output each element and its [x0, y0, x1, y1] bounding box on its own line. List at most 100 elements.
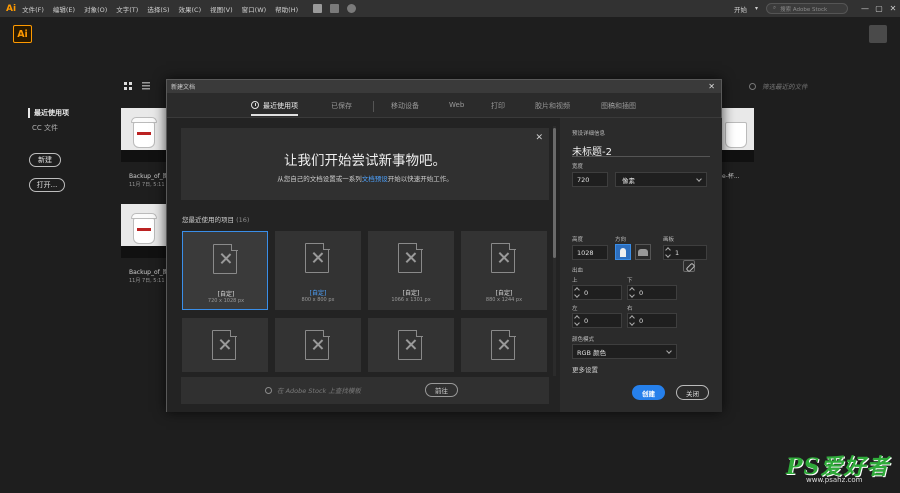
width-label: 宽度 [572, 164, 584, 170]
close-button[interactable]: 关闭 [676, 385, 709, 400]
pen-icon [498, 252, 509, 263]
document-icon [491, 242, 516, 273]
stepper-icon[interactable] [574, 315, 580, 327]
go-button[interactable]: 前往 [425, 383, 458, 397]
pen-icon [219, 339, 230, 350]
preset-tile[interactable]: [自定] 720 x 1028 px [182, 231, 268, 310]
panel-toggle-button[interactable] [869, 25, 887, 43]
stock-search-input[interactable]: ⌕ 搜索 Adobe Stock [766, 3, 848, 14]
height-input[interactable]: 1028 [572, 245, 608, 260]
bleed-left-stepper[interactable]: 0 [572, 313, 622, 328]
list-view-icon[interactable] [142, 82, 150, 90]
portrait-orientation-button[interactable] [615, 244, 631, 260]
stock-template-search[interactable]: 在 Adobe Stock 上查找模板 [265, 385, 361, 395]
stepper-icon[interactable] [665, 247, 671, 259]
nav-recent[interactable]: 最近使用项 [28, 108, 69, 118]
dialog-close-icon[interactable]: ✕ [708, 80, 715, 93]
menu-edit[interactable]: 编辑(E) [53, 4, 75, 14]
link-bleed-icon[interactable] [683, 260, 695, 272]
name-underline [572, 156, 710, 157]
tab-film-video[interactable]: 胶片和视频 [535, 101, 570, 111]
bleed-right-value: 0 [639, 316, 644, 325]
preset-size: 1066 x 1301 px [391, 297, 431, 303]
new-document-dialog: 新建文档 ✕ 最近使用项 已保存 移动设备 Web 打印 胶片和视频 图稿和插图… [166, 79, 722, 412]
tab-recent[interactable]: 最近使用项 [251, 101, 298, 116]
more-settings-button[interactable]: 更多设置 [572, 364, 598, 374]
tab-saved[interactable]: 已保存 [331, 101, 352, 111]
menu-help[interactable]: 帮助(H) [275, 4, 298, 14]
details-heading: 预设详细信息 [572, 131, 606, 137]
bridge-icon[interactable] [313, 4, 323, 13]
tab-label: 最近使用项 [263, 102, 298, 110]
menu-view[interactable]: 视图(V) [210, 4, 233, 14]
preset-tile[interactable] [275, 318, 361, 372]
preset-tile[interactable]: [自定] 880 x 1244 px [461, 231, 547, 310]
menu-window[interactable]: 窗口(W) [242, 4, 267, 14]
banner-title: 让我们开始尝试新事物吧。 [284, 153, 446, 169]
menu-file[interactable]: 文件(F) [22, 4, 44, 14]
chevron-down-icon [666, 348, 672, 354]
filter-recent-input[interactable]: 筛选最近的文件 [749, 81, 808, 91]
grid-view-icon[interactable] [124, 82, 132, 90]
workspace-switcher[interactable]: 开始 [734, 4, 747, 14]
tab-web[interactable]: Web [449, 101, 464, 109]
menu-type[interactable]: 文字(T) [116, 4, 138, 14]
stepper-icon[interactable] [629, 315, 635, 327]
banner-close-icon[interactable]: ✕ [535, 133, 543, 143]
recent-file-name[interactable]: Backup_of_图 [129, 171, 169, 180]
width-input[interactable]: 720 [572, 172, 608, 187]
unit-value: 像素 [622, 176, 635, 185]
nav-cc-files[interactable]: CC 文件 [28, 123, 69, 133]
menu-effect[interactable]: 效果(C) [179, 4, 202, 14]
recent-file-thumb[interactable] [121, 204, 167, 258]
new-button[interactable]: 新建 [29, 153, 61, 167]
dialog-titlebar[interactable]: 新建文档 ✕ [167, 80, 721, 93]
search-icon [265, 386, 272, 394]
preset-size: 800 x 800 px [301, 297, 335, 303]
scrollbar-thumb[interactable] [553, 128, 556, 258]
recent-file-thumb[interactable] [121, 108, 167, 162]
pen-icon [405, 252, 416, 263]
maximize-button[interactable]: ▢ [872, 4, 886, 13]
recent-file-name[interactable]: e-杯... [722, 171, 740, 180]
tab-divider [373, 101, 374, 112]
app-menu-logo[interactable]: Ai [6, 4, 16, 14]
artboards-stepper[interactable]: 1 [663, 245, 707, 260]
unit-select[interactable]: 像素 [615, 172, 707, 187]
preset-name: [自定] [495, 290, 513, 297]
tab-print[interactable]: 打印 [491, 101, 505, 111]
document-icon [491, 329, 516, 360]
bleed-top-stepper[interactable]: 0 [572, 285, 622, 300]
tab-art-illustration[interactable]: 图稿和插图 [601, 101, 636, 111]
preset-tabs: 最近使用项 已保存 移动设备 Web 打印 胶片和视频 图稿和插图 [167, 93, 721, 118]
preset-tile[interactable] [368, 318, 454, 372]
recent-file-thumb[interactable] [722, 108, 754, 162]
preset-tile[interactable] [461, 318, 547, 372]
bleed-top-label: 上 [572, 278, 578, 284]
minimize-button[interactable]: — [858, 4, 872, 13]
stock-icon[interactable] [330, 4, 340, 13]
stepper-icon[interactable] [629, 287, 635, 299]
bleed-right-stepper[interactable]: 0 [627, 313, 677, 328]
color-mode-select[interactable]: RGB 颜色 [572, 344, 677, 359]
recent-count: (16) [236, 216, 250, 224]
tab-mobile[interactable]: 移动设备 [391, 101, 419, 111]
stepper-icon[interactable] [574, 287, 580, 299]
preset-tile[interactable] [182, 318, 268, 372]
open-button[interactable]: 打开... [29, 178, 65, 192]
recent-file-name[interactable]: Backup_of_图 [129, 267, 169, 276]
bleed-bottom-stepper[interactable]: 0 [627, 285, 677, 300]
chevron-down-icon[interactable]: ▾ [755, 5, 758, 12]
stock-search-placeholder: 搜索 Adobe Stock [780, 6, 828, 13]
preset-tile[interactable]: [自定] 800 x 800 px [275, 231, 361, 310]
landscape-orientation-button[interactable] [635, 244, 651, 260]
recent-items-heading: 您最近使用的项目 (16) [182, 214, 249, 224]
document-icon [305, 329, 330, 360]
menu-select[interactable]: 选择(S) [147, 4, 169, 14]
gpu-performance-icon[interactable] [347, 4, 357, 13]
create-button[interactable]: 创建 [632, 385, 665, 400]
preset-tile[interactable]: [自定] 1066 x 1301 px [368, 231, 454, 310]
window-close-button[interactable]: ✕ [886, 4, 900, 13]
doc-presets-link[interactable]: 文档预设 [362, 175, 388, 183]
menu-object[interactable]: 对象(O) [84, 4, 107, 14]
